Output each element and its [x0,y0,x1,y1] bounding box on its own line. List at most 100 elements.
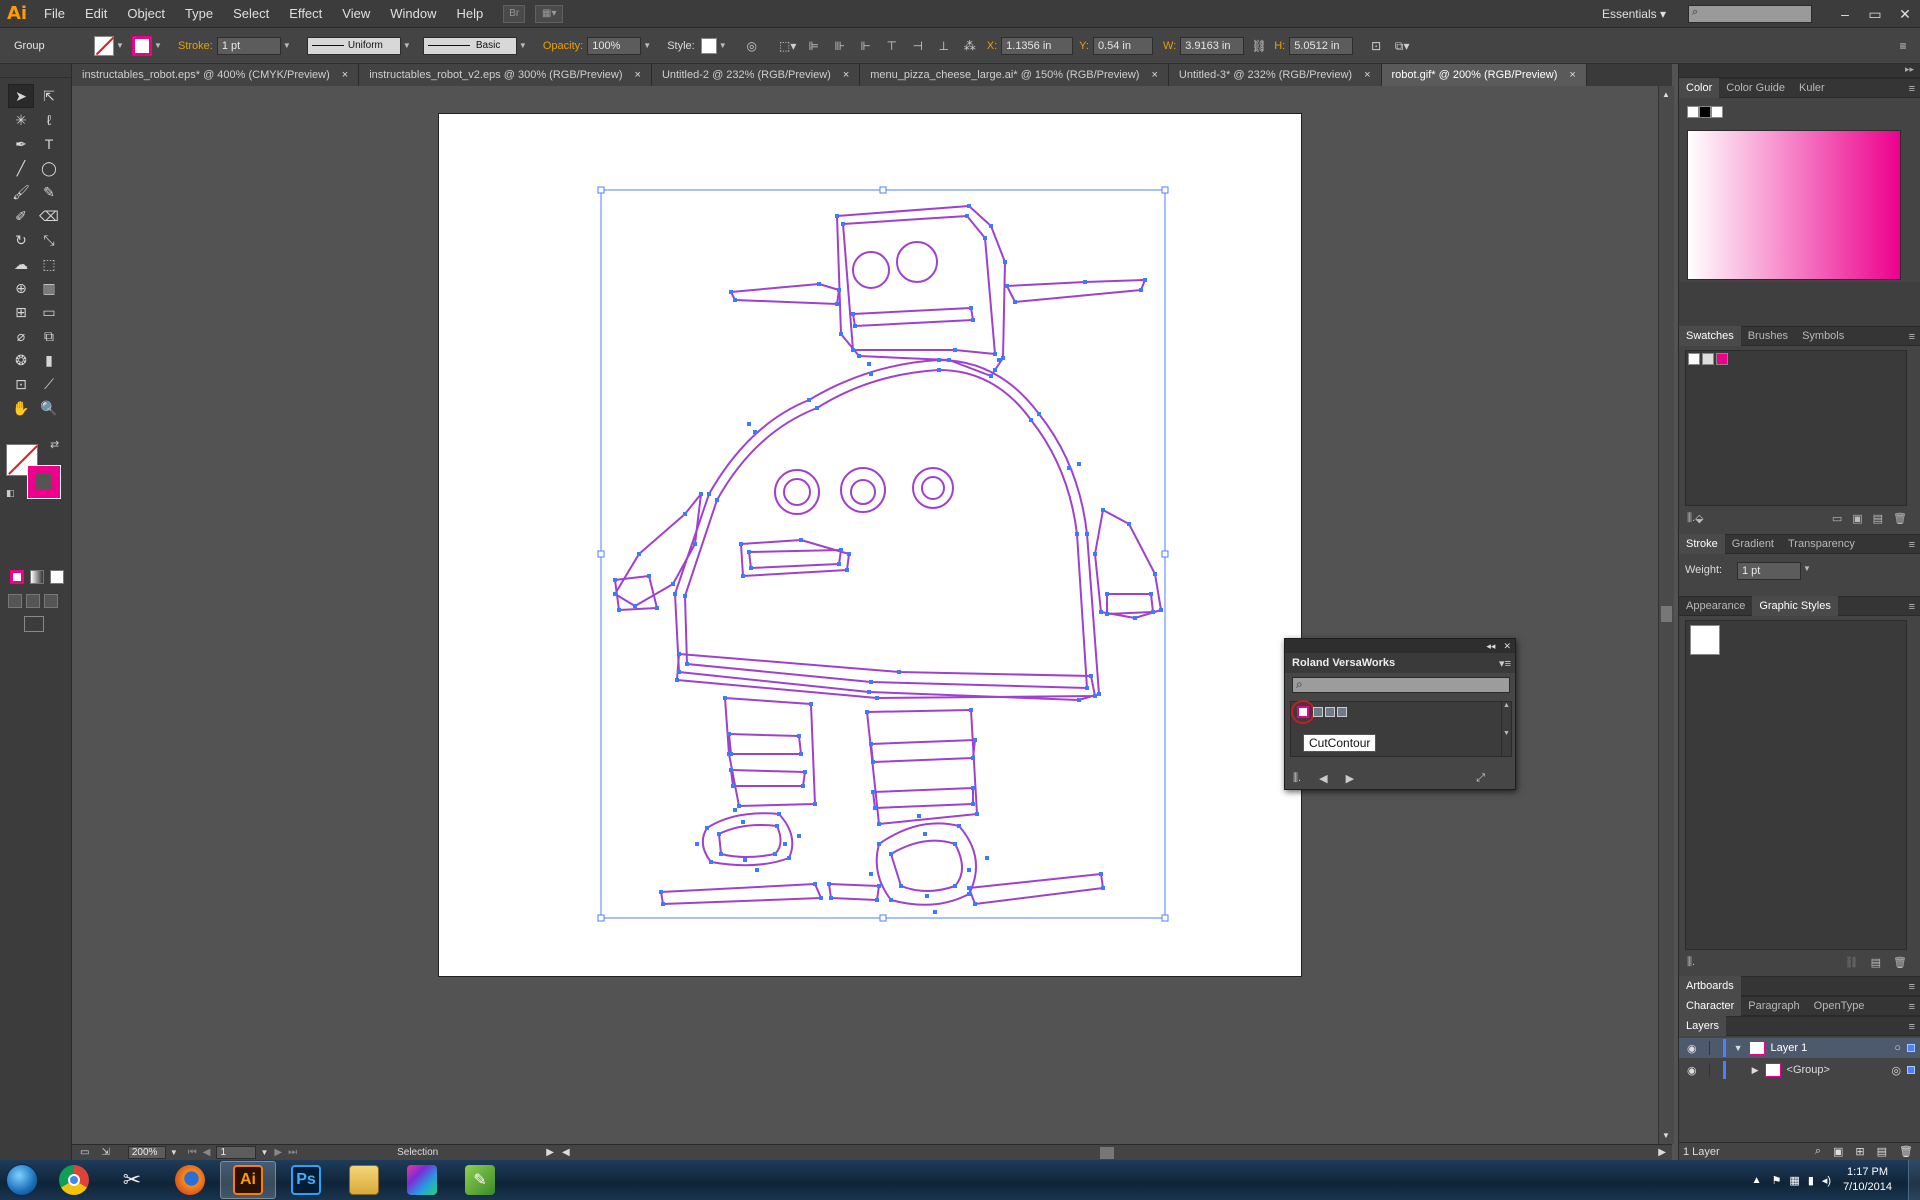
mesh-tool-icon[interactable]: ⊞ [8,300,34,324]
tab-robot-gif[interactable]: robot.gif* @ 200% (RGB/Preview) × [1381,64,1587,86]
taskbar-snipping-tool[interactable]: ✂ [104,1161,160,1199]
dock-grip[interactable]: ▸▸ [1679,64,1920,78]
anchor-point[interactable] [1143,278,1147,282]
anchor-point[interactable] [877,884,881,888]
default-fill-stroke-icon[interactable]: ◧ [6,488,15,499]
eraser-tool-icon[interactable]: ⌫ [36,204,62,228]
anchor-point[interactable] [1075,532,1079,536]
tab-opentype[interactable]: OpenType [1807,996,1872,1016]
anchor-point[interactable] [993,352,997,356]
stroke-weight-field[interactable]: 1 pt [216,36,281,55]
anchor-point[interactable] [1149,592,1153,596]
artboard-tool-icon[interactable]: ⊡ [8,372,34,396]
anchor-point[interactable] [661,902,665,906]
panel-menu-icon[interactable]: ≡ [1909,1017,1915,1037]
stroke-weight-dropdown-icon[interactable]: ▼ [283,41,293,50]
layer-name[interactable]: Layer 1 [1771,1042,1808,1054]
tray-expand-icon[interactable]: ▲ [1752,1175,1762,1186]
last-artboard-icon[interactable]: ⏭ [288,1147,297,1158]
profile-dropdown-icon[interactable]: ▼ [403,41,413,50]
anchor-point[interactable] [741,574,745,578]
anchor-point[interactable] [965,214,969,218]
first-artboard-icon[interactable]: ⏮ [188,1147,197,1158]
color-mode-icon[interactable] [10,570,24,584]
anchor-point[interactable] [787,856,791,860]
stroke-color-swatch[interactable] [132,35,152,56]
scroll-up-icon[interactable]: ▲ [1662,90,1670,99]
control-panel-menu-icon[interactable]: ≡ [1892,36,1914,56]
opacity-field[interactable]: 100% [587,36,642,55]
canvas-vertical-scrollbar[interactable]: ▲ ▼ [1658,86,1674,1144]
anchor-point[interactable] [871,760,875,764]
anchor-point[interactable] [797,834,801,838]
anchor-point[interactable] [877,842,881,846]
expand-group-icon[interactable]: ▶ [1752,1065,1759,1076]
swap-fill-stroke-icon[interactable]: ⇄ [50,438,59,451]
anchor-point[interactable] [877,822,881,826]
color-none-swatch[interactable] [1687,106,1699,118]
anchor-point[interactable] [1127,522,1131,526]
anchor-point[interactable] [801,784,805,788]
tab-paragraph[interactable]: Paragraph [1741,996,1806,1016]
anchor-point[interactable] [875,898,879,902]
anchor-point[interactable] [937,368,941,372]
variable-width-profile-dropdown[interactable]: Uniform [306,36,401,55]
anchor-point[interactable] [1029,418,1033,422]
constrain-proportions-icon[interactable]: ⛓ [1248,36,1270,56]
anchor-point[interactable] [617,608,621,612]
anchor-point[interactable] [1105,592,1109,596]
tab-graphic-styles[interactable]: Graphic Styles [1752,596,1838,616]
tray-network-icon[interactable]: ▦ [1789,1174,1799,1187]
tab-instructables-robot-eps[interactable]: instructables_robot.eps* @ 400% (CMYK/Pr… [72,64,360,86]
list-scrollbar[interactable]: ▲ ▼ [1501,702,1511,756]
perspective-grid-tool-icon[interactable]: ▥ [36,276,62,300]
anchor-point[interactable] [983,236,987,240]
anchor-point[interactable] [677,670,681,674]
roland-versaworks-panel[interactable]: ◂◂ ✕ Roland VersaWorks ▾≡ ⌕ CutContour ▲… [1284,638,1516,790]
anchor-point[interactable] [799,538,803,542]
anchor-point[interactable] [933,910,937,914]
pen-tool-icon[interactable]: ✒ [8,132,34,156]
y-field[interactable]: 0.54 in [1092,36,1153,55]
anchor-point[interactable] [1101,508,1105,512]
anchor-point[interactable] [659,890,663,894]
anchor-point[interactable] [819,896,823,900]
anchor-point[interactable] [733,808,737,812]
start-button[interactable] [0,1160,44,1200]
panel-menu-icon[interactable]: ≡ [1909,977,1915,997]
artboard-number-field[interactable]: 1 [216,1146,257,1159]
rotate-tool-icon[interactable]: ↻ [8,228,34,252]
paintbrush-tool-icon[interactable]: 🖌 [8,180,34,204]
anchor-point[interactable] [971,318,975,322]
height-field[interactable]: 5.0512 in [1289,36,1354,55]
anchor-point[interactable] [947,358,951,362]
anchor-point[interactable] [707,492,711,496]
anchor-point[interactable] [1085,686,1089,690]
anchor-point[interactable] [1005,284,1009,288]
fill-color-swatch[interactable] [94,35,114,56]
bridge-button[interactable]: Br [503,4,526,23]
selection-indicator[interactable] [1907,1044,1915,1052]
delete-graphic-style-icon[interactable]: 🗑 [1893,956,1907,969]
tab-close-icon[interactable]: × [843,69,849,81]
tab-kuler[interactable]: Kuler [1792,78,1832,98]
blob-brush-tool-icon[interactable]: ✐ [8,204,34,228]
anchor-point[interactable] [993,368,997,372]
anchor-point[interactable] [839,332,843,336]
close-panel-icon[interactable]: ✕ [1503,641,1511,652]
tab-untitled-2[interactable]: Untitled-2 @ 232% (RGB/Preview) × [651,64,861,86]
tab-character[interactable]: Character [1679,996,1742,1016]
warp-tool-icon[interactable]: ☁ [8,252,34,276]
opacity-dropdown-icon[interactable]: ▼ [643,41,653,50]
menu-select[interactable]: Select [223,0,279,28]
show-desktop-button[interactable] [1908,1160,1920,1200]
tab-menu-pizza[interactable]: menu_pizza_cheese_large.ai* @ 150% (RGB/… [860,64,1169,86]
group-name[interactable]: <Group> [1787,1064,1830,1076]
anchor-point[interactable] [633,604,637,608]
anchor-point[interactable] [799,752,803,756]
anchor-point[interactable] [925,894,929,898]
prev-artboard-icon[interactable]: ◀ [203,1147,211,1158]
swatch-search-input[interactable]: ⌕ [1292,677,1510,693]
panel-menu-icon[interactable]: ≡ [1909,79,1915,99]
anchor-point[interactable] [747,550,751,554]
